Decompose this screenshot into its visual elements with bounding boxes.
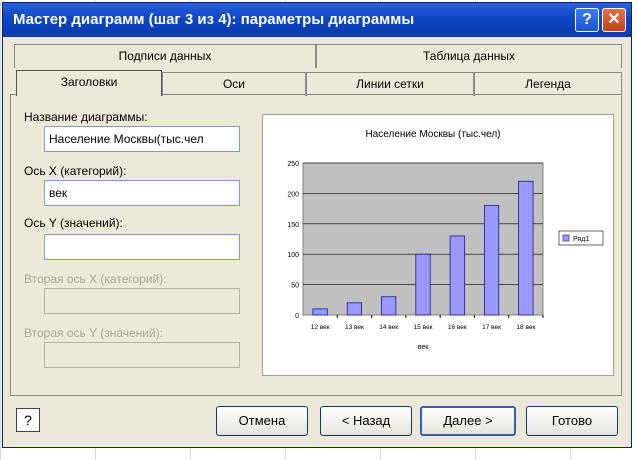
tab-label: Заголовки	[60, 75, 118, 89]
y-tick-label: 150	[287, 222, 299, 229]
bar	[415, 253, 431, 316]
bar	[312, 308, 328, 316]
tab-titles[interactable]: Заголовки	[16, 70, 162, 96]
y-tick-label: 200	[287, 191, 299, 198]
tab-label: Таблица данных	[423, 49, 515, 63]
cancel-button[interactable]: Отмена	[216, 406, 308, 436]
chart-title: Население Москвы (тыс.чел)	[366, 129, 501, 140]
close-button[interactable]: ✕	[602, 8, 626, 32]
chart-title-input[interactable]: Население Москвы(тыс.чел	[44, 126, 240, 152]
tab-label: Оси	[222, 77, 246, 91]
secondary-x-axis-label: Вторая ось X (категорий):	[24, 272, 167, 286]
x-tick-label: 12 век	[311, 324, 330, 331]
secondary-y-axis-input	[44, 342, 240, 368]
x-axis-label: Ось X (категорий):	[24, 164, 127, 178]
x-tick-label: 18 век	[516, 324, 535, 331]
title-help-button[interactable]: ?	[575, 8, 599, 32]
x-tick-label: 17 век	[482, 324, 501, 331]
tab-data-table[interactable]: Таблица данных	[316, 44, 622, 68]
y-axis-label: Ось Y (значений):	[24, 216, 123, 230]
bar	[483, 205, 500, 316]
tab-label: Линии сетки	[356, 77, 424, 91]
close-icon: ✕	[607, 11, 621, 28]
y-tick-label: 50	[291, 283, 299, 290]
tab-data-labels[interactable]: Подписи данных	[14, 44, 316, 68]
x-axis-input[interactable]: век	[44, 180, 240, 206]
x-tick-label: 14 век	[379, 324, 398, 331]
chart-svg: Население Москвы (тыс.чел) 0 50 100 150 200 25…	[287, 129, 604, 351]
question-icon: ?	[582, 11, 592, 28]
x-axis-title: век	[418, 344, 430, 351]
title-bar[interactable]: Мастер диаграмм (шаг 3 из 4): параметры …	[3, 3, 631, 37]
legend-swatch	[562, 234, 570, 242]
chart-preview: Население Москвы (тыс.чел) 0 50 100 150 200 25…	[262, 114, 614, 376]
tab-gridlines[interactable]: Линии сетки	[306, 72, 474, 96]
bar	[381, 296, 397, 316]
dialog-title: Мастер диаграмм (шаг 3 из 4): параметры …	[13, 11, 415, 28]
finish-button[interactable]: Готово	[526, 406, 618, 436]
tab-label: Легенда	[525, 77, 571, 91]
y-tick-label: 100	[287, 252, 299, 259]
x-tick-label: 13 век	[345, 324, 364, 331]
help-button[interactable]: ?	[16, 408, 40, 432]
legend-label: Ряд1	[573, 236, 589, 243]
secondary-y-axis-label: Вторая ось Y (значений):	[24, 326, 164, 340]
x-tick-label: 15 век	[414, 324, 433, 331]
y-tick-label: 0	[295, 313, 299, 320]
tab-legend[interactable]: Легенда	[474, 72, 622, 96]
next-button[interactable]: Далее >	[420, 406, 516, 436]
y-axis-input[interactable]	[44, 234, 240, 260]
bar	[449, 235, 465, 316]
tab-label: Подписи данных	[118, 49, 212, 63]
tab-axes[interactable]: Оси	[162, 72, 306, 96]
back-button[interactable]: < Назад	[320, 406, 412, 436]
question-icon: ?	[24, 412, 32, 428]
bar	[346, 302, 363, 316]
secondary-x-axis-input	[44, 288, 240, 314]
x-tick-label: 16 век	[448, 324, 467, 331]
y-tick-label: 250	[287, 161, 299, 168]
bar	[518, 180, 534, 316]
chart-title-label: Название диаграммы:	[24, 110, 148, 124]
